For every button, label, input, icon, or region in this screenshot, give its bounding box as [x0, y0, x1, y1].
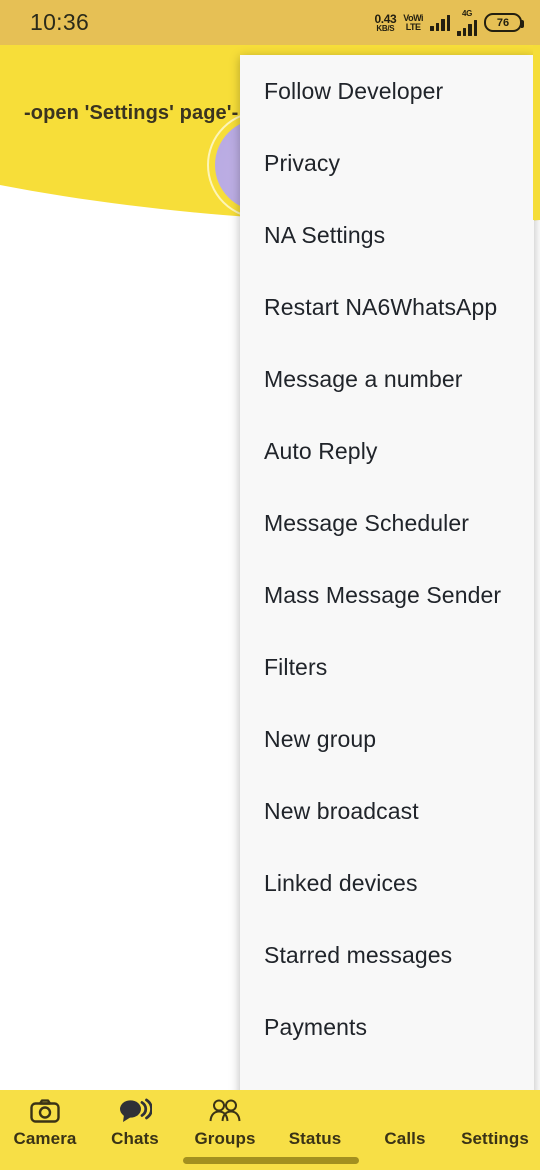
menu-item-follow-developer[interactable]: Follow Developer	[240, 55, 534, 127]
network-speed-unit: KB/S	[376, 23, 395, 33]
menu-item-message-a-number[interactable]: Message a number	[240, 343, 534, 415]
status-bar-indicators: 0.43 KB/S VoWi LTE 4G 76	[374, 8, 524, 36]
volte-icon: VoWi LTE	[403, 13, 423, 32]
gesture-home-indicator	[183, 1157, 359, 1164]
menu-item-auto-reply[interactable]: Auto Reply	[240, 415, 534, 487]
network-speed-value: 0.43	[374, 11, 397, 26]
nav-item-calls[interactable]: Calls	[360, 1090, 450, 1156]
nav-item-camera[interactable]: Camera	[0, 1090, 90, 1156]
nav-label-camera: Camera	[13, 1129, 77, 1148]
nav-label-chats: Chats	[111, 1129, 159, 1148]
people-icon	[208, 1096, 242, 1126]
nav-label-calls: Calls	[384, 1129, 426, 1148]
overflow-menu: Follow Developer Privacy NA Settings Res…	[240, 55, 534, 1123]
menu-item-starred-messages[interactable]: Starred messages	[240, 919, 534, 991]
menu-item-privacy[interactable]: Privacy	[240, 127, 534, 199]
menu-item-restart-na6whatsapp[interactable]: Restart NA6WhatsApp	[240, 271, 534, 343]
menu-item-new-broadcast[interactable]: New broadcast	[240, 775, 534, 847]
status-bar-clock: 10:36	[30, 9, 90, 35]
battery-level-label: 76	[496, 16, 510, 29]
menu-item-message-scheduler[interactable]: Message Scheduler	[240, 487, 534, 559]
signal-bars-icon	[430, 14, 450, 31]
signal-bars-4g-icon: 4G	[457, 8, 477, 36]
camera-icon	[30, 1096, 60, 1126]
nav-item-settings[interactable]: Settings	[450, 1090, 540, 1156]
menu-item-mass-message-sender[interactable]: Mass Message Sender	[240, 559, 534, 631]
chat-bubble-icon	[118, 1096, 152, 1126]
header-right-edge-strip	[533, 45, 540, 220]
nav-item-groups[interactable]: Groups	[180, 1090, 270, 1156]
network-speed-indicator: 0.43 KB/S	[374, 13, 396, 33]
nav-label-status: Status	[288, 1129, 342, 1148]
menu-item-payments[interactable]: Payments	[240, 991, 534, 1063]
volte-bottom-label: LTE	[405, 21, 421, 32]
nav-label-settings: Settings	[461, 1129, 529, 1148]
menu-item-filters[interactable]: Filters	[240, 631, 534, 703]
menu-item-na-settings[interactable]: NA Settings	[240, 199, 534, 271]
network-type-label: 4G	[461, 8, 473, 18]
nav-label-groups: Groups	[194, 1129, 256, 1148]
menu-item-new-group[interactable]: New group	[240, 703, 534, 775]
nav-item-status[interactable]: Status	[270, 1090, 360, 1156]
page-title: -open 'Settings' page'-	[24, 102, 239, 124]
menu-item-linked-devices[interactable]: Linked devices	[240, 847, 534, 919]
nav-item-chats[interactable]: Chats	[90, 1090, 180, 1156]
battery-icon: 76	[484, 13, 524, 32]
status-bar: 10:36 0.43 KB/S VoWi LTE 4G 76	[0, 0, 540, 45]
phone-screen: 10:36 0.43 KB/S VoWi LTE 4G 76 -open 'Se…	[0, 0, 540, 1170]
